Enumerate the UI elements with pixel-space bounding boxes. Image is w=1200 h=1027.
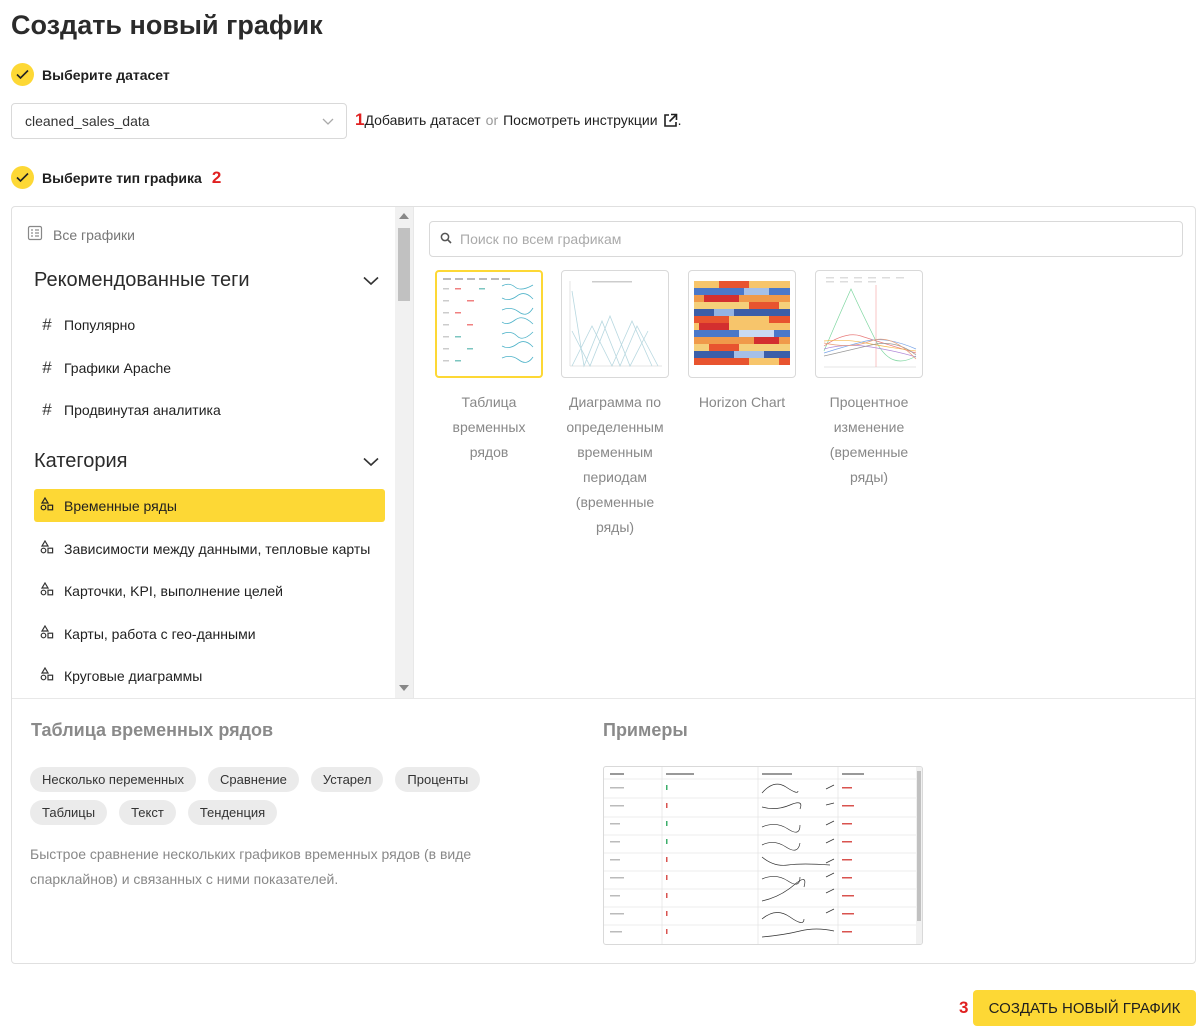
chart-search-input[interactable]: Поиск по всем графикам (429, 221, 1183, 257)
sidebar-item-label: Графики Apache (64, 359, 172, 376)
dataset-select[interactable]: cleaned_sales_data (11, 103, 347, 139)
sidebar-item-pie-charts[interactable]: Круговые диаграммы (34, 659, 385, 692)
sidebar-item-apache-charts[interactable]: # Графики Apache (34, 351, 385, 384)
step-dataset-label: Выберите датасет (42, 66, 170, 83)
shapes-icon (40, 624, 54, 642)
sidebar-item-correlations-heatmaps[interactable]: Зависимости между данными, тепловые карт… (34, 532, 385, 565)
dataset-links: 1 Добавить датасет or Посмотреть инструк… (355, 110, 681, 130)
page-title: Создать новый график (11, 10, 323, 40)
sidebar-item-all-charts[interactable]: Все графики (27, 225, 135, 244)
or-text: or (485, 112, 499, 128)
scroll-up-arrow-icon[interactable] (399, 213, 409, 219)
tag-chip[interactable]: Проценты (395, 767, 481, 792)
shapes-icon (40, 539, 54, 557)
hashtag-icon: # (42, 399, 52, 419)
check-icon (11, 166, 34, 189)
view-instructions-link[interactable]: Посмотреть инструкции (503, 112, 657, 128)
tag-chip[interactable]: Тенденция (187, 800, 278, 825)
divider (12, 698, 1195, 699)
sidebar-item-label: Зависимости между данными, тепловые карт… (64, 540, 371, 557)
check-icon (11, 63, 34, 86)
chart-card-label: Таблица временных рядов (452, 394, 526, 460)
chart-card-horizon[interactable]: Horizon Chart (688, 270, 796, 415)
annotation-marker-1: 1 (355, 110, 365, 129)
chevron-down-icon (363, 269, 379, 292)
chart-gallery: Поиск по всем графикам Таблица временных… (415, 207, 1195, 698)
chart-card-time-period[interactable]: Диаграмма по определенным временным пери… (561, 270, 669, 540)
chart-tags: Несколько переменных Сравнение Устарел П… (30, 767, 500, 825)
annotation-marker-2: 2 (211, 167, 222, 187)
sidebar-item-label: Временные ряды (64, 497, 177, 514)
category-title: Категория (34, 450, 128, 472)
shapes-icon (40, 496, 54, 514)
sidebar-item-time-series[interactable]: Временные ряды (34, 489, 385, 522)
chart-card-time-series-table[interactable]: Таблица временных рядов (435, 270, 543, 465)
links-trailing-dot: . (677, 112, 682, 128)
sidebar-item-label: Продвинутая аналитика (64, 401, 221, 418)
sidebar-item-label: Популярно (64, 316, 136, 333)
chart-sidebar: Все графики Рекомендованные теги # Попул… (12, 207, 414, 698)
chart-card-label: Диаграмма по определенным временным пери… (566, 394, 664, 535)
examples-title: Примеры (603, 720, 688, 740)
tag-chip[interactable]: Таблицы (30, 800, 108, 825)
sidebar-item-label: Карточки, KPI, выполнение целей (64, 582, 283, 599)
create-chart-button[interactable]: СОЗДАТЬ НОВЫЙ ГРАФИК (973, 990, 1196, 1026)
step-chart-type: Выберите тип графика 2 (11, 166, 221, 189)
sidebar-item-label: Круговые диаграммы (64, 667, 203, 684)
sidebar-item-cards-kpi[interactable]: Карточки, KPI, выполнение целей (34, 574, 385, 607)
search-icon (440, 231, 452, 247)
sidebar-item-advanced-analytics[interactable]: # Продвинутая аналитика (34, 393, 385, 426)
chart-card-percent-change[interactable]: Процентное изменение (временные ряды) (815, 270, 923, 490)
step-dataset: Выберите датасет (11, 63, 170, 86)
example-image (603, 766, 923, 945)
dataset-select-value: cleaned_sales_data (25, 113, 150, 129)
chart-card-label: Horizon Chart (698, 394, 786, 410)
recommended-tags-title: Рекомендованные теги (34, 269, 250, 291)
annotation-marker-3: 3 (959, 998, 969, 1017)
chart-thumbnail (435, 270, 543, 378)
chart-thumbnail (815, 270, 923, 378)
chart-thumbnail (561, 270, 669, 378)
chart-details-title: Таблица временных рядов (31, 720, 274, 740)
tag-chip[interactable]: Текст (119, 800, 176, 825)
sidebar-item-label: Карты, работа с гео-данными (64, 625, 256, 642)
scroll-down-arrow-icon[interactable] (399, 685, 409, 691)
step-chart-type-label: Выберите тип графика (42, 169, 202, 186)
external-link-icon[interactable] (663, 113, 678, 128)
chart-card-label: Процентное изменение (временные ряды) (829, 394, 909, 485)
sidebar-item-label: Все графики (53, 226, 135, 243)
hashtag-icon: # (42, 357, 52, 377)
chart-description: Быстрое сравнение нескольких графиков вр… (30, 846, 472, 887)
sidebar-scrollbar[interactable] (395, 207, 413, 698)
shapes-icon (40, 581, 54, 599)
recommended-tags-header[interactable]: Рекомендованные теги (34, 269, 379, 292)
sidebar-item-maps-geo[interactable]: Карты, работа с гео-данными (34, 617, 385, 650)
tag-chip[interactable]: Несколько переменных (30, 767, 197, 792)
tag-chip[interactable]: Сравнение (208, 767, 299, 792)
scrollbar-thumb[interactable] (398, 228, 410, 301)
category-header[interactable]: Категория (34, 450, 379, 473)
hashtag-icon: # (42, 314, 52, 334)
chevron-down-icon (322, 113, 334, 129)
chart-thumbnail (688, 270, 796, 378)
tag-chip[interactable]: Устарел (310, 767, 384, 792)
list-icon (27, 225, 43, 244)
shapes-icon (40, 666, 54, 684)
add-dataset-link[interactable]: Добавить датасет (364, 112, 480, 128)
search-placeholder: Поиск по всем графикам (460, 231, 622, 247)
sidebar-item-popular[interactable]: # Популярно (34, 308, 385, 341)
chevron-down-icon (363, 450, 379, 473)
